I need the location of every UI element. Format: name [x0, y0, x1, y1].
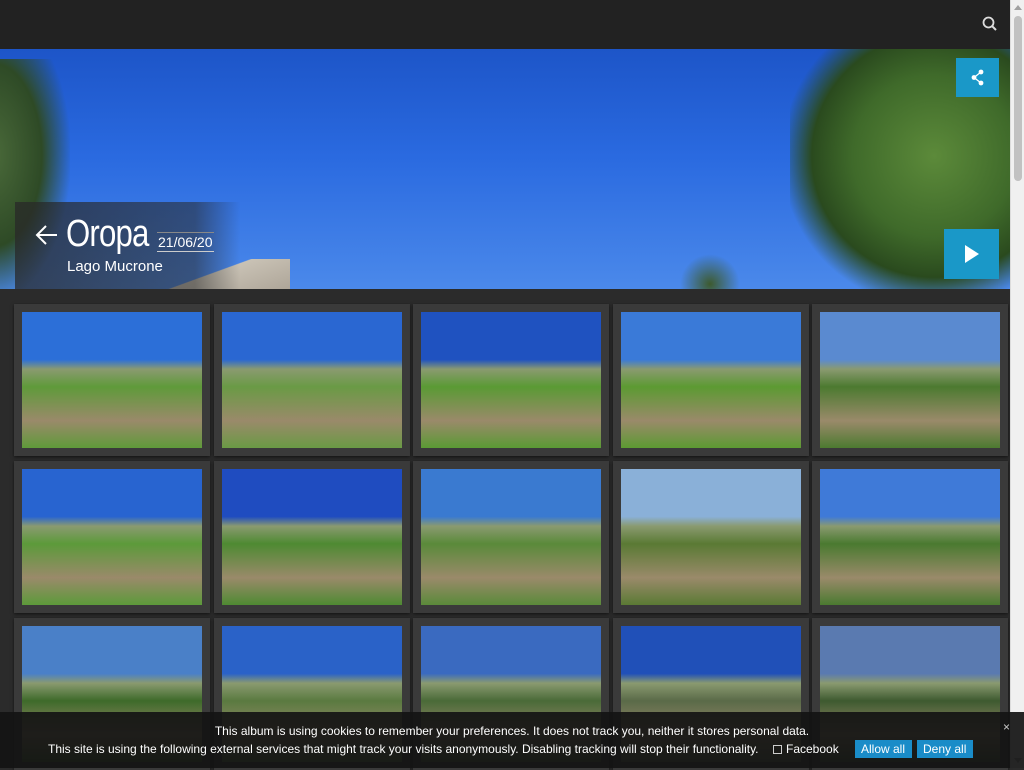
cookie-notice-text: This album is using cookies to remember … — [214, 724, 810, 738]
deny-all-button[interactable]: Deny all — [917, 740, 973, 758]
photo-thumbnail[interactable] — [14, 304, 210, 456]
photo-thumbnail[interactable] — [612, 304, 809, 456]
close-icon[interactable]: × — [1003, 720, 1010, 734]
back-button[interactable] — [34, 222, 60, 248]
arrow-left-icon — [35, 225, 57, 245]
photo-thumbnail[interactable] — [413, 461, 610, 613]
tracking-notice-text: This site is using the following externa… — [48, 742, 759, 756]
album-title: Oropa — [66, 213, 149, 255]
thumbnail-image — [22, 312, 202, 448]
album-subtitle: Lago Mucrone — [67, 258, 163, 275]
photo-thumbnail[interactable] — [812, 304, 1009, 456]
play-icon — [965, 245, 979, 263]
photo-thumbnail[interactable] — [213, 461, 410, 613]
album-date: 21/06/20 — [157, 232, 214, 252]
scroll-up-arrow[interactable] — [1014, 5, 1022, 10]
photo-thumbnail[interactable] — [812, 461, 1009, 613]
photo-thumbnail[interactable] — [213, 304, 410, 456]
thumbnail-image — [221, 469, 402, 605]
photo-thumbnail[interactable] — [14, 461, 210, 613]
scrollbar[interactable] — [1010, 0, 1024, 768]
thumbnail-image — [421, 312, 602, 448]
share-icon — [971, 69, 984, 86]
thumbnail-image — [620, 312, 801, 448]
search-icon[interactable] — [980, 14, 1000, 34]
thumbnail-image — [22, 469, 202, 605]
scroll-thumb[interactable] — [1014, 16, 1022, 181]
thumbnail-image — [820, 312, 1001, 448]
slideshow-play-button[interactable] — [944, 229, 999, 279]
thumbnail-image — [820, 469, 1001, 605]
hero-tree-mid — [680, 254, 740, 289]
facebook-checkbox[interactable]: Facebook — [773, 742, 839, 756]
checkbox-icon — [773, 745, 782, 754]
thumbnail-image — [421, 469, 602, 605]
thumbnail-image — [620, 469, 801, 605]
top-bar — [0, 0, 1010, 49]
share-button[interactable] — [956, 58, 999, 97]
thumbnail-image — [221, 312, 402, 448]
facebook-label: Facebook — [786, 742, 839, 756]
cookie-banner: This album is using cookies to remember … — [0, 712, 1024, 768]
photo-thumbnail[interactable] — [612, 461, 809, 613]
photo-thumbnail[interactable] — [413, 304, 610, 456]
allow-all-button[interactable]: Allow all — [855, 740, 912, 758]
